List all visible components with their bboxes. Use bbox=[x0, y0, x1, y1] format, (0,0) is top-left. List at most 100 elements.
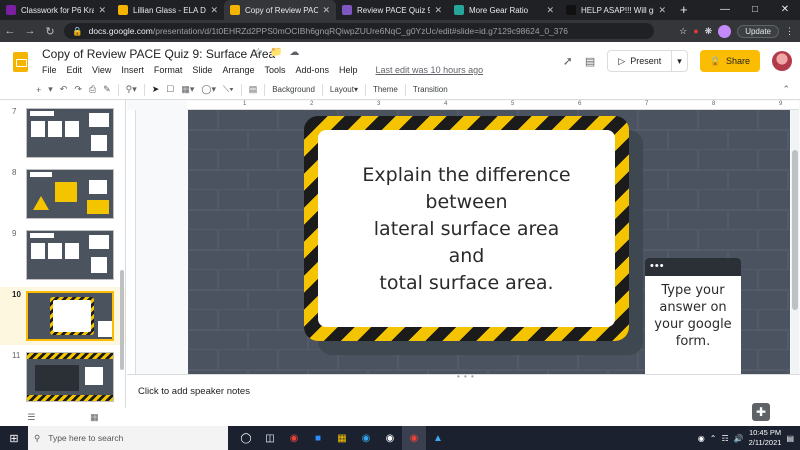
close-tab-icon[interactable]: ✕ bbox=[98, 5, 106, 16]
browser-tab[interactable]: Copy of Review PACE Q✕ bbox=[224, 0, 336, 20]
comment-add-icon[interactable]: ▤ bbox=[249, 84, 258, 95]
theme-button[interactable]: Theme bbox=[373, 85, 398, 94]
shape-icon[interactable]: ◯▾ bbox=[201, 84, 216, 95]
close-tab-icon[interactable]: ✕ bbox=[434, 5, 442, 16]
chrome-icon[interactable]: ◉ bbox=[282, 426, 306, 450]
slide-filmstrip[interactable]: 7 8 9 10 11 bbox=[0, 100, 126, 408]
browser-tab[interactable]: Review PACE Quiz 9: Su✕ bbox=[336, 0, 448, 20]
share-button[interactable]: 🔒 Share bbox=[699, 50, 760, 72]
new-tab-button[interactable]: + bbox=[672, 0, 696, 20]
slides-logo-icon[interactable] bbox=[13, 52, 28, 72]
menu-item-tools[interactable]: Tools bbox=[264, 65, 285, 75]
filmstrip-scrollbar[interactable] bbox=[120, 270, 124, 370]
hazard-frame-card[interactable]: Explain the difference between lateral sur… bbox=[304, 116, 629, 341]
close-tab-icon[interactable]: ✕ bbox=[210, 5, 218, 16]
browser-tab[interactable]: HELP ASAP!!! Will give✕ bbox=[560, 0, 672, 20]
slide-thumbnail[interactable] bbox=[26, 169, 114, 219]
puzzle-icon[interactable]: ❋ bbox=[705, 26, 713, 37]
windows-start-icon[interactable]: ⊞ bbox=[0, 432, 28, 445]
select-icon[interactable]: ➤ bbox=[152, 84, 160, 95]
close-tab-icon[interactable]: ✕ bbox=[322, 5, 330, 16]
redo-icon[interactable]: ↷ bbox=[74, 84, 82, 95]
file-explorer-icon[interactable]: ▦ bbox=[330, 426, 354, 450]
move-folder-icon[interactable]: 📁 bbox=[270, 47, 282, 58]
browser-tab[interactable]: Lillian Glass - ELA Digit ✕ bbox=[112, 0, 224, 20]
menu-item-edit[interactable]: Edit bbox=[67, 65, 83, 75]
cortana-icon[interactable]: ◯ bbox=[234, 426, 258, 450]
task-view-icon[interactable]: ◫ bbox=[258, 426, 282, 450]
layout-button[interactable]: Layout▾ bbox=[330, 85, 358, 94]
zoom-icon[interactable]: ⚲▾ bbox=[126, 84, 137, 95]
reload-icon[interactable]: ↻ bbox=[40, 25, 60, 38]
question-text-box[interactable]: Explain the difference between lateral sur… bbox=[318, 130, 615, 327]
slide-thumbnail[interactable] bbox=[26, 291, 114, 341]
close-window-button[interactable]: ✕ bbox=[770, 0, 800, 20]
profile-avatar[interactable] bbox=[718, 24, 732, 38]
transition-button[interactable]: Transition bbox=[413, 85, 448, 94]
menu-item-insert[interactable]: Insert bbox=[121, 65, 144, 75]
collapse-toolbar-icon[interactable]: ⌃ bbox=[782, 84, 790, 95]
clock[interactable]: 10:45 PM 2/11/2021 bbox=[749, 428, 782, 448]
cloud-status-icon[interactable]: ☁ bbox=[289, 47, 299, 58]
line-icon[interactable]: ⟍▾ bbox=[223, 84, 234, 95]
comment-icon[interactable]: ▤ bbox=[585, 55, 595, 68]
browser-tab[interactable]: Classwork for P6 Krause✕ bbox=[0, 0, 112, 20]
document-title[interactable]: Copy of Review PACE Quiz 9: Surface Area bbox=[42, 47, 275, 61]
maximize-button[interactable]: □ bbox=[740, 0, 770, 20]
background-button[interactable]: Background bbox=[272, 85, 315, 94]
canvas-scrollbar[interactable] bbox=[791, 110, 799, 374]
horizontal-ruler[interactable]: 1 2 3 4 5 6 7 8 9 bbox=[187, 101, 799, 110]
menu-item-file[interactable]: File bbox=[42, 65, 57, 75]
scroll-thumb[interactable] bbox=[792, 150, 798, 310]
paint-format-icon[interactable]: ✎ bbox=[103, 84, 111, 95]
slide-thumbnail-item[interactable]: 9 bbox=[0, 226, 125, 284]
browser-tab[interactable]: More Gear Ratio ✕ bbox=[448, 0, 560, 20]
slide-thumbnail[interactable] bbox=[26, 108, 114, 158]
chrome-active-icon[interactable]: ◉ bbox=[402, 426, 426, 450]
current-slide[interactable]: Explain the difference between lateral sur… bbox=[188, 110, 790, 374]
menu-item-format[interactable]: Format bbox=[154, 65, 183, 75]
tray-app-icon[interactable]: ◉ bbox=[698, 434, 705, 443]
taskbar-search[interactable]: ⚲ Type here to search bbox=[28, 426, 228, 450]
account-avatar[interactable] bbox=[772, 51, 792, 71]
slide-thumbnail-item[interactable]: 7 bbox=[0, 104, 125, 162]
activity-trend-icon[interactable]: ➚ bbox=[563, 54, 573, 68]
last-edit-link[interactable]: Last edit was 10 hours ago bbox=[376, 65, 484, 75]
edge-icon[interactable]: ◉ bbox=[354, 426, 378, 450]
menu-item-add-ons[interactable]: Add-ons bbox=[295, 65, 329, 75]
slide-thumbnail-item[interactable]: 11 bbox=[0, 348, 125, 406]
resize-handle[interactable]: • • • bbox=[457, 372, 475, 381]
photos-icon[interactable]: ▲ bbox=[426, 426, 450, 450]
volume-icon[interactable]: 🔊 bbox=[734, 434, 744, 443]
kebab-menu-icon[interactable]: ⋮ bbox=[785, 26, 794, 37]
close-tab-icon[interactable]: ✕ bbox=[658, 5, 666, 16]
steam-icon[interactable]: ◉ bbox=[378, 426, 402, 450]
chevron-up-icon[interactable]: ⌃ bbox=[710, 434, 717, 443]
minimize-button[interactable]: — bbox=[710, 0, 740, 20]
filmstrip-view-icon[interactable]: ☰ bbox=[27, 412, 35, 423]
address-bar[interactable]: 🔒 docs.google.com /presentation/d/1t0EHR… bbox=[64, 23, 654, 39]
menu-item-help[interactable]: Help bbox=[339, 65, 358, 75]
speaker-notes[interactable]: • • • Click to add speaker notes ✚ bbox=[127, 372, 800, 426]
star-icon[interactable]: ☆ bbox=[679, 26, 687, 37]
image-icon[interactable]: ▦▾ bbox=[181, 84, 194, 95]
extension-icon[interactable]: ● bbox=[693, 26, 698, 36]
update-button[interactable]: Update bbox=[737, 24, 779, 38]
slide-thumbnail-item[interactable]: 10 bbox=[0, 287, 125, 345]
zoom-app-icon[interactable]: ■ bbox=[306, 426, 330, 450]
slide-thumbnail[interactable] bbox=[26, 352, 114, 402]
menu-item-arrange[interactable]: Arrange bbox=[222, 65, 254, 75]
menu-item-view[interactable]: View bbox=[92, 65, 111, 75]
new-slide-dropdown-icon[interactable]: ▾ bbox=[48, 84, 53, 95]
print-icon[interactable]: ⎙ bbox=[89, 84, 96, 95]
back-icon[interactable]: ← bbox=[0, 25, 20, 37]
present-dropdown[interactable]: ▾ bbox=[672, 56, 687, 67]
instruction-window[interactable]: ••• Type your answer on your google form. bbox=[645, 258, 741, 374]
notifications-icon[interactable]: ▤ bbox=[786, 434, 794, 443]
explore-button[interactable]: ✚ bbox=[752, 403, 770, 421]
menu-item-slide[interactable]: Slide bbox=[192, 65, 212, 75]
forward-icon[interactable]: → bbox=[20, 25, 40, 37]
slide-thumbnail[interactable] bbox=[26, 230, 114, 280]
undo-icon[interactable]: ↶ bbox=[60, 84, 68, 95]
slide-thumbnail-item[interactable]: 8 bbox=[0, 165, 125, 223]
